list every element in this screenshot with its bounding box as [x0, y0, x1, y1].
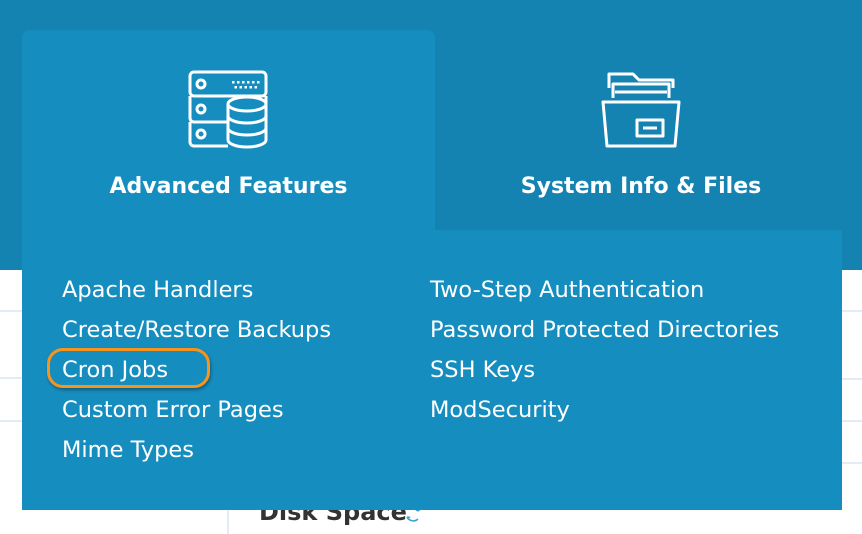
row-divider: [842, 378, 862, 380]
row-divider: [0, 377, 22, 379]
tab-advanced-features[interactable]: Advanced Features: [22, 30, 435, 232]
content-divider: [227, 510, 229, 534]
row-divider: [842, 420, 862, 422]
menu-column-left: Apache Handlers Create/Restore Backups C…: [62, 272, 331, 472]
tab-system-info-files[interactable]: System Info & Files: [435, 30, 847, 230]
menu-item-custom-error-pages[interactable]: Custom Error Pages: [62, 392, 331, 432]
tab-label: System Info & Files: [520, 174, 762, 199]
folder-files-icon: [601, 72, 681, 148]
menu-item-modsecurity[interactable]: ModSecurity: [430, 392, 779, 432]
row-divider: [0, 310, 22, 312]
menu-item-mime-types[interactable]: Mime Types: [62, 432, 331, 472]
menu-item-two-step-authentication[interactable]: Two-Step Authentication: [430, 272, 779, 312]
menu-item-create-restore-backups[interactable]: Create/Restore Backups: [62, 312, 331, 352]
menu-item-cron-jobs[interactable]: Cron Jobs: [62, 352, 331, 392]
advanced-features-menu: Apache Handlers Create/Restore Backups C…: [22, 230, 842, 510]
menu-item-ssh-keys[interactable]: SSH Keys: [430, 352, 779, 392]
menu-item-password-protected-directories[interactable]: Password Protected Directories: [430, 312, 779, 352]
row-divider: [0, 420, 22, 422]
menu-column-right: Two-Step Authentication Password Protect…: [430, 272, 779, 432]
tab-label: Advanced Features: [109, 174, 348, 199]
server-database-icon: [188, 70, 268, 149]
menu-item-apache-handlers[interactable]: Apache Handlers: [62, 272, 331, 312]
row-divider: [842, 310, 862, 312]
row-divider: [842, 462, 862, 464]
